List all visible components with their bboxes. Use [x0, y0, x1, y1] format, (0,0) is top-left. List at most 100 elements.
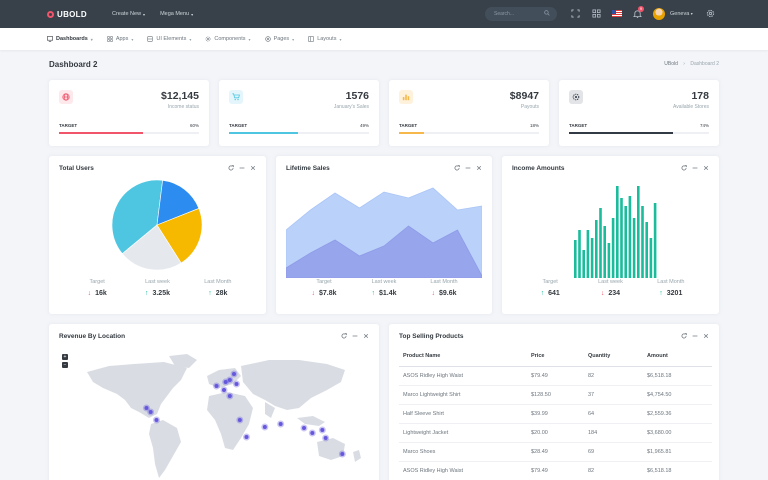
- table-row[interactable]: Lightweight Jacket $20.00 184 $3,680.00: [399, 423, 712, 443]
- location-marker[interactable]: [222, 388, 226, 392]
- brand-logo[interactable]: UBOLD: [47, 10, 112, 19]
- column-header[interactable]: Product Name: [399, 346, 527, 367]
- location-marker[interactable]: [237, 418, 242, 422]
- zoom-in-button[interactable]: +: [62, 354, 68, 360]
- avatar[interactable]: [653, 8, 665, 20]
- table-row[interactable]: ASOS Ridley High Waist $79.49 82 $6,518.18: [399, 461, 712, 480]
- refresh-icon[interactable]: [454, 165, 460, 171]
- country-region[interactable]: [297, 416, 325, 426]
- column-header[interactable]: Quantity: [584, 346, 643, 367]
- country-region[interactable]: [87, 362, 187, 418]
- bar[interactable]: [590, 238, 594, 278]
- world-map[interactable]: [69, 352, 369, 480]
- breadcrumb-link[interactable]: UBold: [664, 61, 678, 67]
- collapse-icon[interactable]: [465, 165, 471, 171]
- country-region[interactable]: [207, 392, 253, 450]
- refresh-icon[interactable]: [228, 165, 234, 171]
- zoom-out-button[interactable]: −: [62, 362, 68, 368]
- language-flag-icon[interactable]: [612, 10, 622, 17]
- close-icon[interactable]: [703, 333, 709, 339]
- bar[interactable]: [649, 238, 653, 278]
- location-marker[interactable]: [302, 426, 306, 430]
- country-region[interactable]: [149, 420, 181, 478]
- country-region[interactable]: [241, 360, 345, 410]
- column-header[interactable]: Price: [527, 346, 584, 367]
- price: $39.99: [527, 404, 584, 424]
- bar[interactable]: [653, 203, 657, 278]
- close-icon[interactable]: [703, 165, 709, 171]
- location-marker[interactable]: [154, 418, 159, 422]
- arrow-down-icon: ↓: [311, 290, 315, 297]
- bar[interactable]: [599, 208, 602, 278]
- location-marker[interactable]: [262, 425, 267, 429]
- collapse-icon[interactable]: [692, 333, 698, 339]
- price: $28.49: [527, 442, 584, 462]
- bar[interactable]: [641, 206, 644, 278]
- bar[interactable]: [582, 250, 585, 278]
- location-marker[interactable]: [232, 372, 236, 376]
- refresh-icon[interactable]: [681, 333, 687, 339]
- location-marker[interactable]: [340, 452, 345, 456]
- search-input[interactable]: Search...: [485, 7, 557, 21]
- refresh-icon[interactable]: [341, 333, 347, 339]
- bar[interactable]: [637, 186, 640, 278]
- quantity: 64: [584, 404, 643, 424]
- menu-mega-menu[interactable]: Mega Menu ▾: [160, 11, 193, 17]
- nav-apps[interactable]: Apps ▾: [107, 36, 133, 42]
- kpi-label: Last week: [145, 279, 170, 285]
- location-marker[interactable]: [310, 431, 315, 435]
- collapse-icon[interactable]: [692, 165, 698, 171]
- kpi-row: Target ↓ $7.8k Last week ↑ $1.4k Last Month ↓…: [276, 279, 492, 297]
- bar[interactable]: [607, 243, 611, 278]
- location-marker[interactable]: [244, 435, 249, 439]
- nav-pages[interactable]: Pages ▾: [264, 36, 294, 42]
- table-row[interactable]: ASOS Ridley High Waist $79.49 82 $6,518.18: [399, 366, 712, 386]
- country-region[interactable]: [353, 450, 361, 462]
- location-marker[interactable]: [144, 406, 149, 410]
- bar[interactable]: [616, 186, 619, 278]
- location-marker[interactable]: [214, 384, 219, 388]
- nav-ui-elements[interactable]: UI Elements ▾: [147, 36, 191, 42]
- refresh-icon[interactable]: [681, 165, 687, 171]
- collapse-icon[interactable]: [239, 165, 245, 171]
- menu-create-new[interactable]: Create New ▾: [112, 11, 145, 17]
- bar[interactable]: [620, 198, 623, 278]
- location-marker[interactable]: [323, 436, 328, 440]
- stat-card-income: $12,145 Income status TARGET 60%: [49, 80, 209, 146]
- fullscreen-icon[interactable]: [571, 9, 580, 18]
- file-icon: [264, 36, 271, 42]
- bar[interactable]: [574, 240, 577, 278]
- user-menu[interactable]: Geneva ▾: [670, 11, 693, 17]
- apps-grid-icon[interactable]: [592, 9, 601, 18]
- location-marker[interactable]: [278, 422, 283, 426]
- kpi-target: Target ↓ 16k: [67, 279, 127, 297]
- column-header[interactable]: Amount: [643, 346, 712, 367]
- bar[interactable]: [632, 218, 636, 278]
- table-row[interactable]: Half Sleeve Shirt $39.99 64 $2,559.36: [399, 404, 712, 424]
- location-marker[interactable]: [227, 378, 232, 382]
- bar[interactable]: [578, 230, 581, 278]
- gear-icon[interactable]: [706, 9, 715, 18]
- nav-components[interactable]: Components ▾: [205, 36, 251, 42]
- bar[interactable]: [611, 218, 615, 278]
- close-icon[interactable]: [476, 165, 482, 171]
- table-row[interactable]: Marco Shoes $28.49 69 $1,965.81: [399, 442, 712, 462]
- bar[interactable]: [628, 196, 632, 278]
- kpi-label: Target: [89, 279, 105, 285]
- location-marker[interactable]: [227, 394, 232, 398]
- nav-layouts[interactable]: Layouts ▾: [308, 36, 341, 42]
- table-row[interactable]: Marco Lightweight Shirt $128.50 37 $4,754.5…: [399, 385, 712, 405]
- location-marker[interactable]: [234, 382, 239, 386]
- location-marker[interactable]: [148, 410, 153, 414]
- close-icon[interactable]: [363, 333, 369, 339]
- bar[interactable]: [586, 230, 590, 278]
- progress-bar: [569, 132, 709, 134]
- location-marker[interactable]: [320, 428, 325, 432]
- close-icon[interactable]: [250, 165, 256, 171]
- collapse-icon[interactable]: [352, 333, 358, 339]
- bar[interactable]: [595, 220, 598, 278]
- bar[interactable]: [603, 226, 606, 278]
- bar[interactable]: [645, 222, 648, 278]
- nav-dashboards[interactable]: Dashboards ▾: [47, 36, 93, 42]
- bar[interactable]: [624, 206, 627, 278]
